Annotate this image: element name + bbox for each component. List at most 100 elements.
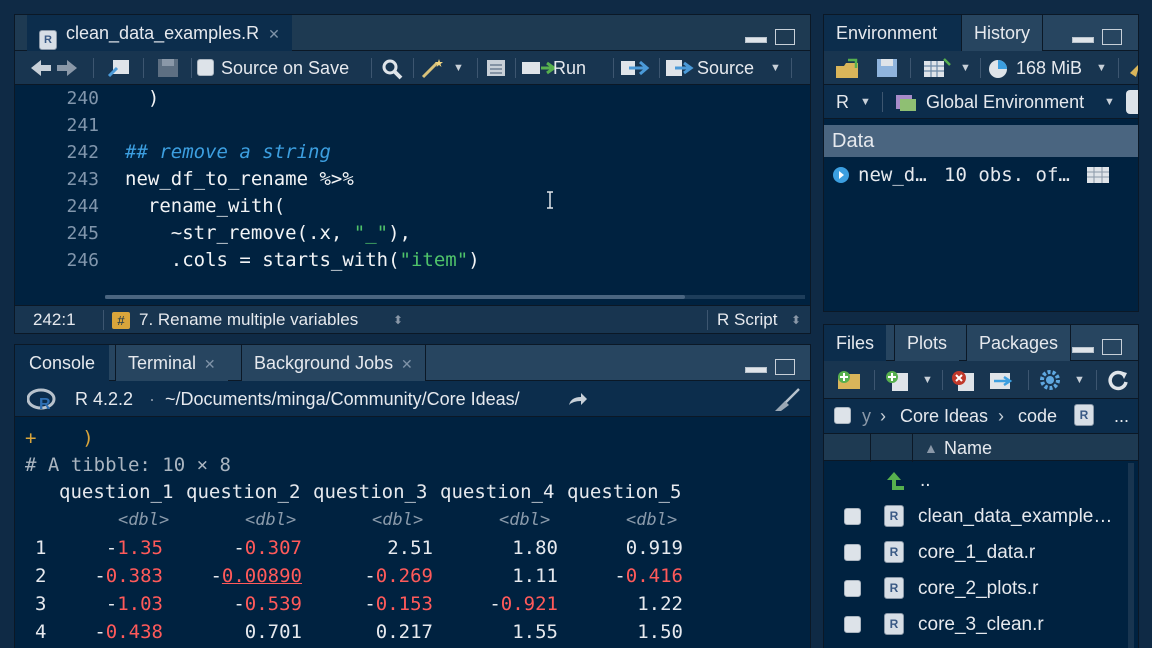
search-field-edge[interactable] — [1126, 90, 1138, 114]
r-logo-icon: R — [27, 388, 56, 412]
chevron-down-icon[interactable]: ▼ — [770, 62, 781, 74]
sort-ascending-icon[interactable]: ▲ — [924, 434, 938, 462]
close-icon[interactable]: ✕ — [397, 356, 413, 372]
updown-icon[interactable]: ⬍ — [791, 306, 801, 333]
rerun-icon[interactable] — [619, 57, 651, 79]
file-name[interactable]: core_1_data.r — [918, 535, 1035, 571]
breadcrumb-part[interactable]: Core Ideas — [900, 399, 988, 433]
editor-tab-label: clean_data_examples.R — [66, 23, 260, 43]
refresh-icon[interactable] — [1106, 369, 1130, 391]
new-file-icon[interactable] — [884, 369, 912, 391]
back-arrow-icon[interactable] — [29, 59, 53, 77]
clear-console-broom-icon[interactable] — [771, 387, 801, 413]
chevron-down-icon[interactable]: ▼ — [1104, 96, 1115, 108]
console-output[interactable]: + ) # A tibble: 10 × 8 question_1 questi… — [15, 417, 810, 648]
new-folder-icon[interactable] — [836, 369, 864, 391]
cell-value: -0.438 — [94, 621, 163, 643]
minimize-icon[interactable] — [745, 37, 767, 43]
maximize-icon[interactable] — [1102, 339, 1122, 355]
close-icon[interactable]: ✕ — [200, 356, 216, 372]
code-area[interactable]: 240 ) 241 242 ## remove a string 243 new_d… — [15, 85, 810, 299]
broom-icon[interactable] — [1126, 59, 1139, 79]
go-to-directory-icon[interactable] — [567, 391, 589, 407]
tab-plots[interactable]: Plots — [894, 325, 960, 361]
chevron-down-icon[interactable]: ▼ — [1074, 374, 1085, 386]
chevron-down-icon[interactable]: ▼ — [960, 62, 971, 74]
minimize-icon[interactable] — [745, 367, 767, 373]
tab-packages[interactable]: Packages — [966, 325, 1072, 361]
chevron-down-icon[interactable]: ▼ — [922, 374, 933, 386]
search-icon[interactable] — [381, 58, 403, 80]
file-row[interactable]: .. — [824, 463, 1138, 499]
files-tabbar: Files Plots Packages — [824, 325, 1138, 361]
file-name[interactable]: core_2_plots.r — [918, 571, 1038, 607]
breadcrumb-part[interactable]: y — [862, 399, 871, 433]
environment-tabbar: Environment History — [824, 15, 1138, 51]
show-in-window-icon[interactable] — [107, 58, 131, 78]
tab-history[interactable]: History — [961, 15, 1044, 51]
expand-arrow-icon[interactable] — [832, 166, 850, 184]
environment-scope-bar: R ▼ Global Environment ▼ — [824, 85, 1138, 119]
chevron-right-icon: › — [880, 406, 886, 426]
files-scrollbar[interactable] — [1128, 463, 1134, 648]
env-variable-value: 10 obs. of… — [944, 164, 1070, 186]
tab-console[interactable]: Console — [15, 345, 110, 381]
chevron-down-icon[interactable]: ▼ — [453, 62, 464, 74]
tab-terminal[interactable]: Terminal ✕ — [115, 345, 228, 381]
editor-statusbar: 242:1 # 7. Rename multiple variables ⬍ R… — [15, 305, 810, 333]
tab-clean-data-examples[interactable]: R clean_data_examples.R ✕ — [27, 15, 292, 51]
save-icon[interactable] — [157, 58, 179, 78]
chevron-down-icon[interactable]: ▼ — [860, 96, 871, 108]
minimize-icon[interactable] — [1072, 347, 1094, 353]
more-button[interactable]: ... — [1114, 399, 1129, 433]
file-name[interactable]: core_3_clean.r — [918, 607, 1044, 643]
file-type-selector[interactable]: R Script — [717, 306, 777, 333]
file-name[interactable]: clean_data_example… — [918, 499, 1112, 535]
maximize-icon[interactable] — [775, 29, 795, 45]
file-row[interactable]: Rcore_1_data.r — [824, 535, 1138, 571]
tab-files[interactable]: Files — [824, 325, 887, 361]
file-checkbox[interactable] — [844, 616, 861, 633]
compile-report-icon[interactable] — [485, 58, 507, 78]
run-button[interactable]: Run — [553, 51, 586, 85]
env-row[interactable]: new_d… 10 obs. of… — [824, 159, 1138, 191]
file-row[interactable]: Rcore_3_clean.r — [824, 607, 1138, 643]
source-button[interactable]: Source — [697, 51, 754, 85]
select-all-checkbox[interactable] — [834, 407, 851, 424]
source-on-save-checkbox[interactable] — [197, 59, 214, 76]
delete-icon[interactable] — [950, 369, 976, 391]
breadcrumb-part[interactable]: code — [1018, 399, 1057, 433]
table-view-icon[interactable] — [1086, 166, 1110, 184]
minimize-icon[interactable] — [1072, 37, 1094, 43]
load-workspace-icon[interactable] — [834, 58, 862, 80]
memory-usage[interactable]: 168 MiB — [1016, 51, 1082, 85]
rename-icon[interactable] — [988, 369, 1016, 391]
section-navigator[interactable]: 7. Rename multiple variables — [139, 306, 358, 333]
import-dataset-icon[interactable] — [922, 57, 952, 79]
close-icon[interactable]: ✕ — [268, 26, 280, 42]
scrollbar-thumb[interactable] — [105, 295, 685, 299]
file-checkbox[interactable] — [844, 508, 861, 525]
file-name[interactable]: .. — [920, 463, 931, 499]
updown-icon[interactable]: ⬍ — [393, 306, 403, 333]
file-row[interactable]: Rcore_2_plots.r — [824, 571, 1138, 607]
tab-environment[interactable]: Environment — [824, 15, 961, 51]
file-checkbox[interactable] — [844, 544, 861, 561]
forward-arrow-icon[interactable] — [55, 59, 79, 77]
maximize-icon[interactable] — [1102, 29, 1122, 45]
source-icon[interactable] — [665, 58, 695, 78]
tab-background-jobs[interactable]: Background Jobs ✕ — [241, 345, 426, 381]
gear-icon[interactable] — [1038, 369, 1062, 391]
file-row[interactable]: Rclean_data_example… — [824, 499, 1138, 535]
toolbar-divider — [791, 58, 792, 78]
file-checkbox[interactable] — [844, 580, 861, 597]
language-selector[interactable]: R — [836, 85, 849, 119]
magic-wand-icon[interactable] — [419, 57, 445, 79]
status-divider — [707, 310, 708, 330]
r-project-icon[interactable]: R — [1074, 404, 1094, 426]
maximize-icon[interactable] — [775, 359, 795, 375]
name-column-header[interactable]: Name — [944, 434, 992, 462]
chevron-down-icon[interactable]: ▼ — [1096, 62, 1107, 74]
save-workspace-icon[interactable] — [876, 58, 898, 78]
environment-scope[interactable]: Global Environment — [926, 85, 1084, 119]
